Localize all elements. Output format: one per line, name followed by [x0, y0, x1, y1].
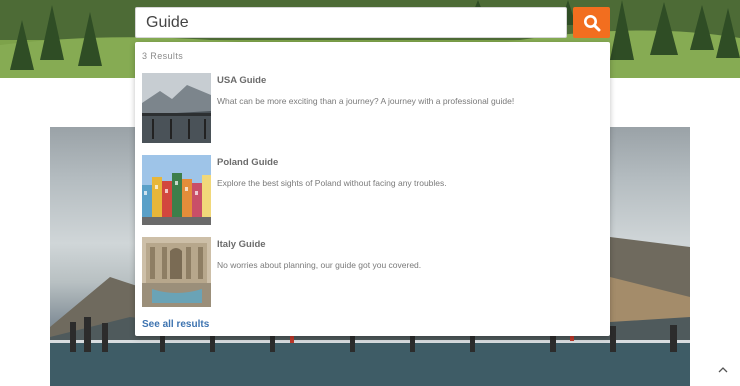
chevron-up-icon [718, 367, 728, 373]
search-icon [583, 14, 600, 31]
result-thumbnail-poland [142, 155, 211, 225]
result-description: No worries about planning, our guide got… [217, 260, 422, 270]
result-title: Italy Guide [217, 239, 266, 250]
result-thumbnail-italy [142, 237, 211, 307]
result-item-italy-guide[interactable]: Italy Guide No worries about planning, o… [142, 237, 602, 307]
results-count: 3 Results [142, 51, 184, 61]
result-item-usa-guide[interactable]: USA Guide What can be more exciting than… [142, 73, 602, 143]
search-button[interactable] [573, 7, 610, 38]
see-all-results-link[interactable]: See all results [142, 319, 209, 330]
result-description: Explore the best sights of Poland withou… [217, 178, 447, 188]
search-results-dropdown: 3 Results USA Guide What can be more exc… [135, 42, 610, 336]
result-thumbnail-usa [142, 73, 211, 143]
result-title: USA Guide [217, 75, 267, 86]
result-title: Poland Guide [217, 157, 279, 168]
result-item-poland-guide[interactable]: Poland Guide Explore the best sights of … [142, 155, 602, 225]
scroll-to-top-button[interactable] [714, 363, 732, 377]
search-input[interactable]: Guide [135, 7, 567, 38]
result-description: What can be more exciting than a journey… [217, 96, 515, 106]
